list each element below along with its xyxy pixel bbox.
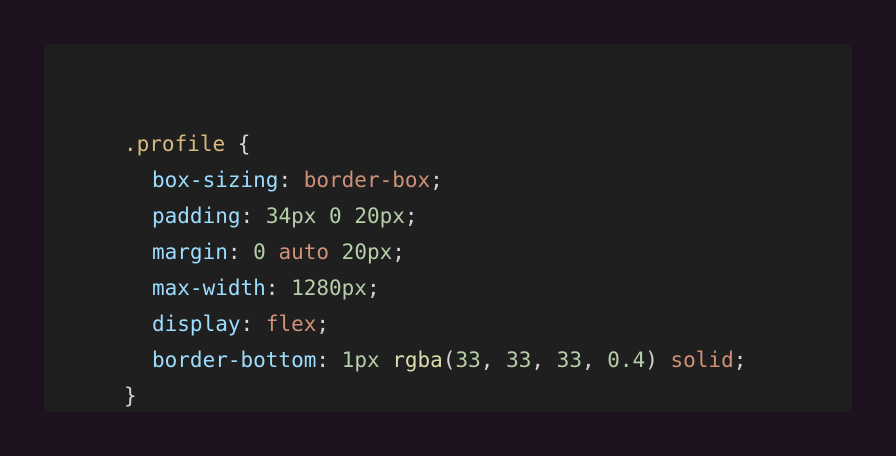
css-value-token: 1280px	[291, 276, 367, 300]
css-value-token: 34px 0 20px	[265, 204, 405, 228]
css-colon: :	[240, 312, 266, 336]
css-value-token: border-box	[303, 168, 431, 192]
css-value-token: auto	[278, 240, 330, 264]
code-line-rule: box-sizing: border-box;	[124, 162, 852, 198]
css-value-token: 33	[556, 348, 582, 372]
css-value-token: ;	[392, 240, 405, 264]
css-value-token: ;	[366, 276, 380, 300]
css-value-token: flex	[265, 312, 317, 336]
css-property: display	[152, 312, 241, 336]
open-brace: {	[225, 132, 251, 156]
css-colon: :	[240, 204, 266, 228]
css-property: border-bottom	[152, 348, 317, 372]
css-value-token: ;	[733, 348, 747, 372]
css-value-token: 33	[455, 348, 481, 372]
code-line-rule: margin: 0 auto 20px;	[124, 234, 852, 270]
code-block: .profile {box-sizing: border-box; padding…	[124, 126, 852, 414]
css-value-token: ,	[531, 348, 557, 372]
css-colon: :	[278, 168, 304, 192]
css-colon: :	[227, 240, 254, 264]
code-snippet-window: .profile {box-sizing: border-box; padding…	[44, 44, 852, 412]
css-property: max-width	[152, 276, 266, 300]
css-value-token: 0	[253, 240, 279, 264]
css-value-token: 33	[506, 348, 532, 372]
code-line-selector: .profile {	[124, 126, 852, 162]
css-value-token: ;	[404, 204, 418, 228]
css-value-token: )	[645, 348, 671, 372]
css-property: box-sizing	[152, 168, 279, 192]
code-line-close: }	[124, 378, 852, 414]
css-value-token: solid	[670, 348, 734, 372]
css-value-token: ;	[316, 312, 330, 336]
css-value-token: 20px	[329, 240, 393, 264]
code-line-rule: display: flex;	[124, 306, 852, 342]
code-line-rule: border-bottom: 1px rgba(33, 33, 33, 0.4)…	[124, 342, 852, 378]
css-colon: :	[265, 276, 292, 300]
css-value-token: rgba	[392, 348, 443, 372]
css-value-token: 1px	[341, 348, 393, 372]
close-brace: }	[124, 384, 137, 408]
css-property: margin	[152, 240, 228, 264]
code-line-rule: padding: 34px 0 20px;	[124, 198, 852, 234]
css-value-token: ;	[430, 168, 443, 192]
css-value-token: 0.4	[607, 348, 646, 372]
css-value-token: ,	[581, 348, 608, 372]
css-value-token: (	[442, 348, 456, 372]
code-line-rule: max-width: 1280px;	[124, 270, 852, 306]
css-selector: .profile	[124, 132, 226, 156]
css-property: padding	[152, 204, 241, 228]
css-colon: :	[316, 348, 342, 372]
css-value-token: ,	[480, 348, 507, 372]
